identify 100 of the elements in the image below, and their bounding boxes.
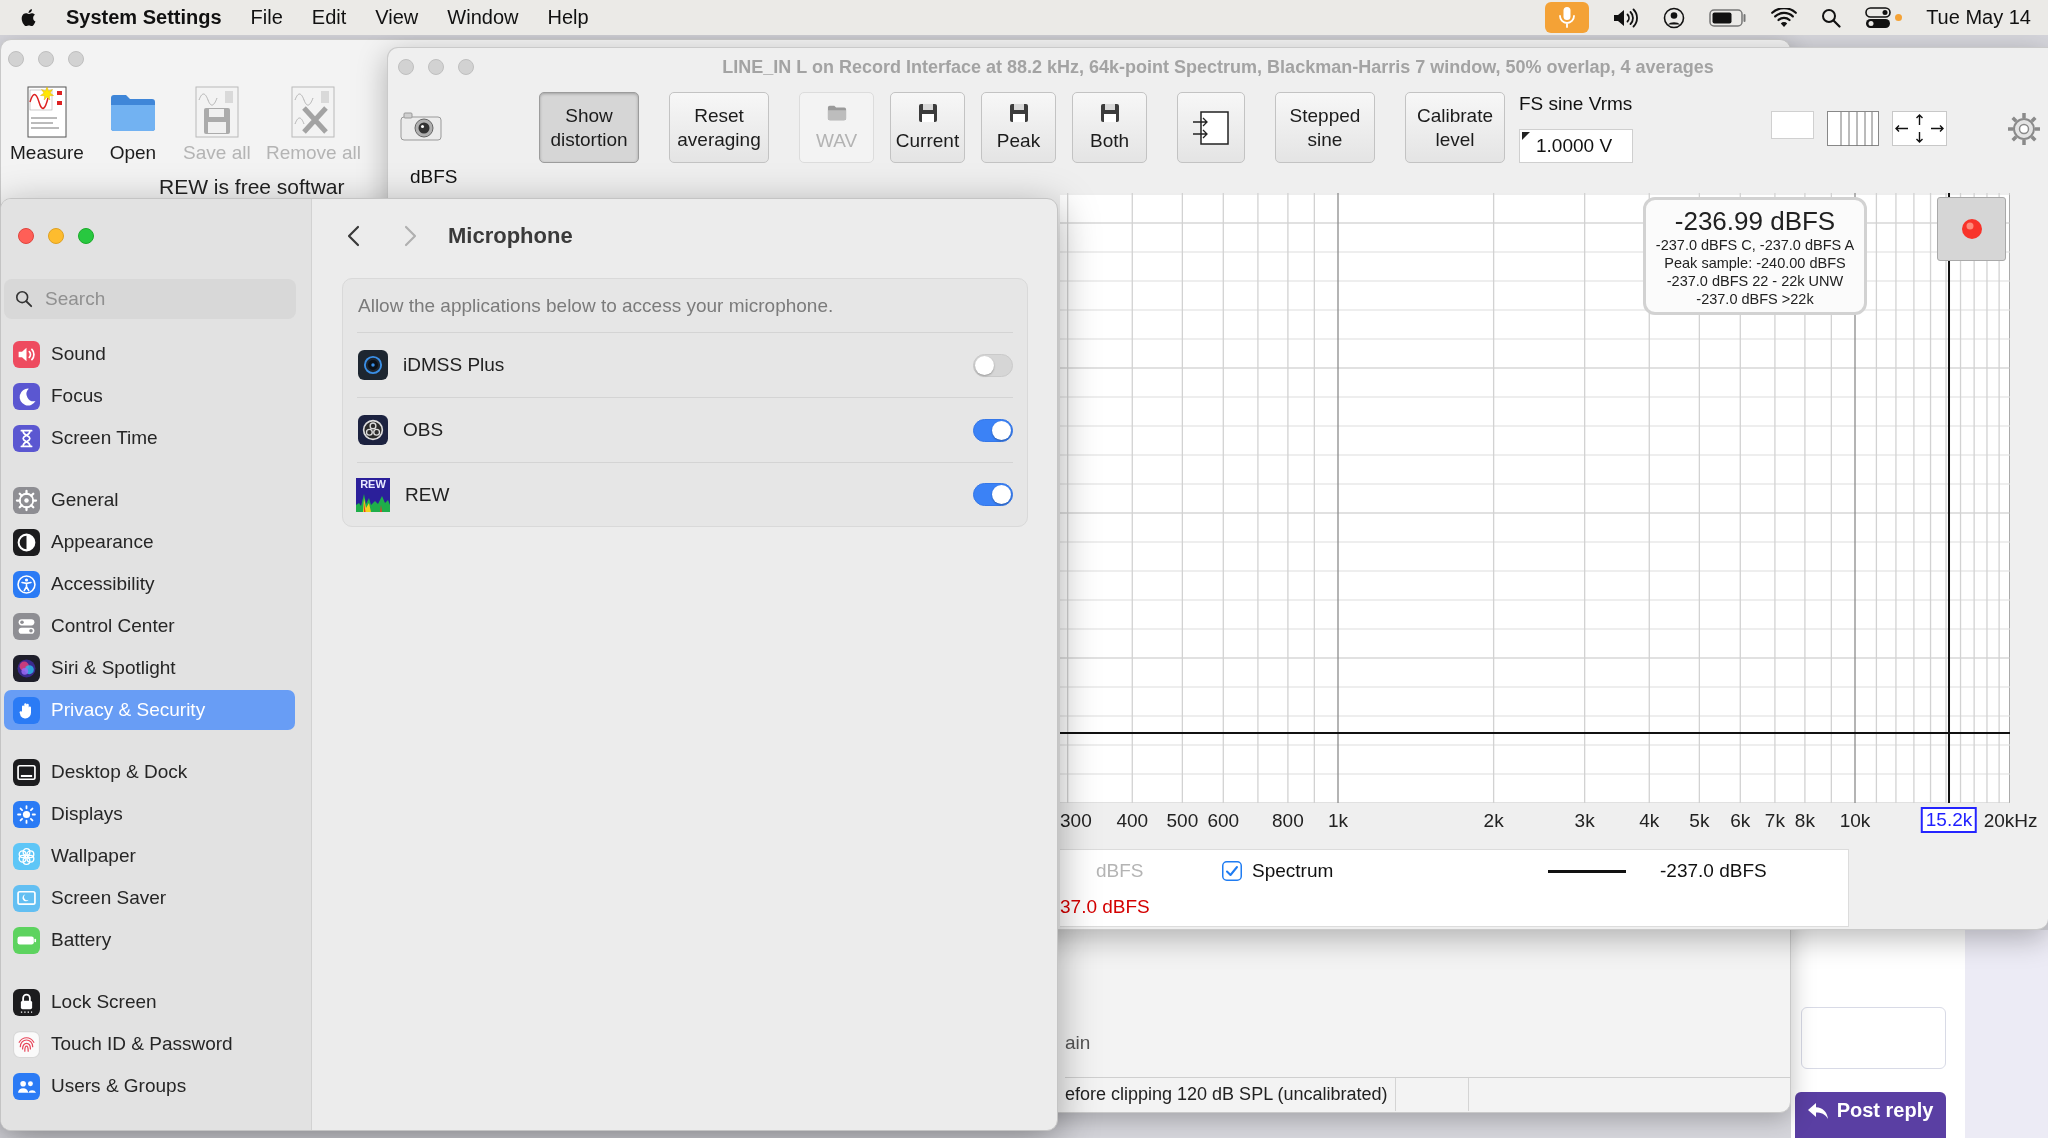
search-icon[interactable] bbox=[1821, 7, 1842, 28]
cursor-frequency-label: 15.2k bbox=[1920, 807, 1978, 833]
readout-detail: -237.0 dBFS >22k bbox=[1695, 290, 1815, 308]
toolbar-button[interactable]: Peak bbox=[981, 92, 1056, 163]
toolbar-button[interactable]: Current bbox=[890, 92, 965, 163]
sidebar-item[interactable]: Touch ID & Password bbox=[4, 1024, 295, 1064]
monitor-moon-icon bbox=[13, 884, 40, 912]
readout-level: -236.99 dBFS bbox=[1673, 206, 1837, 236]
menu-item[interactable]: Window bbox=[447, 6, 519, 29]
toolbar-button[interactable]: Both bbox=[1072, 92, 1147, 163]
axis-tick-label: 400 bbox=[1116, 810, 1149, 832]
settings-icon[interactable] bbox=[2006, 111, 2042, 147]
accessibility-icon bbox=[13, 570, 40, 598]
hourglass-icon bbox=[13, 424, 40, 452]
axis-tick-label: 6k bbox=[1730, 810, 1751, 832]
user-icon[interactable] bbox=[1663, 6, 1686, 29]
plain-toggle-button[interactable] bbox=[1771, 111, 1814, 139]
toolbar-button[interactable]: Measure bbox=[10, 86, 84, 164]
camera-icon[interactable] bbox=[400, 111, 442, 141]
sidebar-item[interactable]: Control Center bbox=[4, 606, 295, 646]
column-header: dBFS bbox=[1096, 860, 1145, 882]
fs-sine-field[interactable]: 1.0000 V bbox=[1519, 129, 1633, 163]
description-text: Allow the applications below to access your microphone. bbox=[357, 279, 1013, 333]
sidebar-item[interactable]: Siri & Spotlight bbox=[4, 648, 295, 688]
toolbar-button[interactable]: Stepped sine bbox=[1275, 92, 1375, 163]
intro-text: REW is free softwar bbox=[159, 175, 345, 199]
hand-icon bbox=[13, 696, 40, 724]
close-button[interactable] bbox=[18, 228, 34, 244]
sidebar-item[interactable]: Wallpaper bbox=[4, 836, 295, 876]
toolbar-button[interactable]: Reset averaging bbox=[669, 92, 769, 163]
axis-tick-label: 7k bbox=[1764, 810, 1785, 832]
axis-tick-label: 500 bbox=[1166, 810, 1199, 832]
wifi-icon[interactable] bbox=[1771, 7, 1798, 28]
toggle-switch[interactable] bbox=[973, 483, 1013, 506]
reply-arrow-icon bbox=[1807, 1102, 1828, 1119]
sidebar-item[interactable]: Accessibility bbox=[4, 564, 295, 604]
sun-icon bbox=[13, 800, 40, 828]
padlock-icon bbox=[13, 988, 40, 1016]
toolbar-button[interactable]: Show distortion bbox=[539, 92, 639, 163]
series-name: Spectrum bbox=[1252, 860, 1335, 882]
menu-item[interactable]: File bbox=[250, 6, 283, 29]
four-arrows-icon[interactable] bbox=[1892, 111, 1947, 146]
speaker-icon[interactable] bbox=[1613, 6, 1640, 29]
control-center-icon[interactable] bbox=[1865, 6, 1892, 29]
level-readout: 37.0 dBFS bbox=[1060, 895, 1150, 919]
microphone-icon[interactable] bbox=[1545, 2, 1590, 33]
readout-detail: -237.0 dBFS C, -237.0 dBFS A bbox=[1654, 236, 1856, 254]
checkbox[interactable] bbox=[1222, 861, 1242, 881]
axis-tick-label: 4k bbox=[1639, 810, 1660, 832]
axis-tick-label: 8k bbox=[1794, 810, 1815, 832]
sidebar-item[interactable]: Sound bbox=[4, 334, 295, 374]
window-dock-icon bbox=[13, 758, 40, 786]
menu-item[interactable]: Help bbox=[547, 6, 589, 29]
series-value: -237.0 dBFS bbox=[1660, 860, 1767, 882]
menu-item[interactable]: View bbox=[375, 6, 419, 29]
reply-field[interactable] bbox=[1801, 1007, 1946, 1069]
sidebar-item[interactable]: Focus bbox=[4, 376, 295, 416]
field-label: FS sine Vrms bbox=[1519, 93, 1633, 115]
columns-icon[interactable] bbox=[1827, 111, 1879, 146]
clock[interactable]: Tue May 14 bbox=[1926, 6, 2031, 29]
people-icon bbox=[13, 1072, 40, 1100]
axis-tick-label: 3k bbox=[1574, 810, 1595, 832]
battery-icon[interactable] bbox=[1709, 8, 1748, 27]
readout-detail: Peak sample: -240.00 dBFS bbox=[1663, 254, 1847, 272]
axis-tick-label: 5k bbox=[1689, 810, 1710, 832]
readout-detail: -237.0 dBFS 22 - 22k UNW bbox=[1665, 272, 1845, 290]
fingerprint-icon bbox=[13, 1030, 40, 1058]
gear-icon bbox=[13, 486, 40, 514]
post-reply-button[interactable]: Post reply bbox=[1795, 1091, 1946, 1138]
axis-tick-label: 800 bbox=[1272, 810, 1304, 832]
page-title: Microphone bbox=[448, 223, 573, 249]
speaker-icon bbox=[13, 340, 40, 368]
sidebar-item[interactable]: Desktop & Dock bbox=[4, 752, 295, 792]
graph-paper-icon bbox=[26, 86, 67, 138]
corner-triangle-icon bbox=[1522, 132, 1530, 140]
zoom-button[interactable] bbox=[78, 228, 94, 244]
sidebar-item[interactable]: Screen Time bbox=[4, 418, 295, 458]
toolbar-button[interactable]: Open bbox=[97, 86, 168, 164]
sidebar-item[interactable]: General bbox=[4, 480, 295, 520]
toggle-switch[interactable] bbox=[973, 418, 1013, 442]
orb-icon bbox=[13, 654, 40, 682]
app-name: REW bbox=[405, 483, 450, 506]
axis-tick-label: 300 bbox=[1060, 810, 1092, 832]
sidebar-item[interactable]: Appearance bbox=[4, 522, 295, 562]
sidebar-item[interactable]: Battery bbox=[4, 920, 295, 960]
sidebar-item[interactable]: Lock Screen bbox=[4, 982, 295, 1022]
axis-tick-label: 10k bbox=[1839, 810, 1871, 832]
toolbar-button[interactable] bbox=[1177, 92, 1245, 163]
record-button[interactable] bbox=[1937, 197, 2006, 261]
sidebar-item[interactable]: Screen Saver bbox=[4, 878, 295, 918]
menu-item[interactable]: Edit bbox=[311, 6, 347, 29]
minimize-button[interactable] bbox=[48, 228, 64, 244]
toggle-switch[interactable] bbox=[973, 353, 1013, 377]
sidebar-item[interactable]: Users & Groups bbox=[4, 1066, 295, 1106]
sidebar-item[interactable]: Displays bbox=[4, 794, 295, 834]
battery-icon bbox=[13, 926, 40, 954]
toolbar-button[interactable]: Calibrate level bbox=[1405, 92, 1505, 163]
circle-logo-icon bbox=[358, 415, 388, 445]
app-menu[interactable]: System Settings bbox=[66, 6, 222, 29]
app-name: OBS bbox=[403, 419, 444, 441]
